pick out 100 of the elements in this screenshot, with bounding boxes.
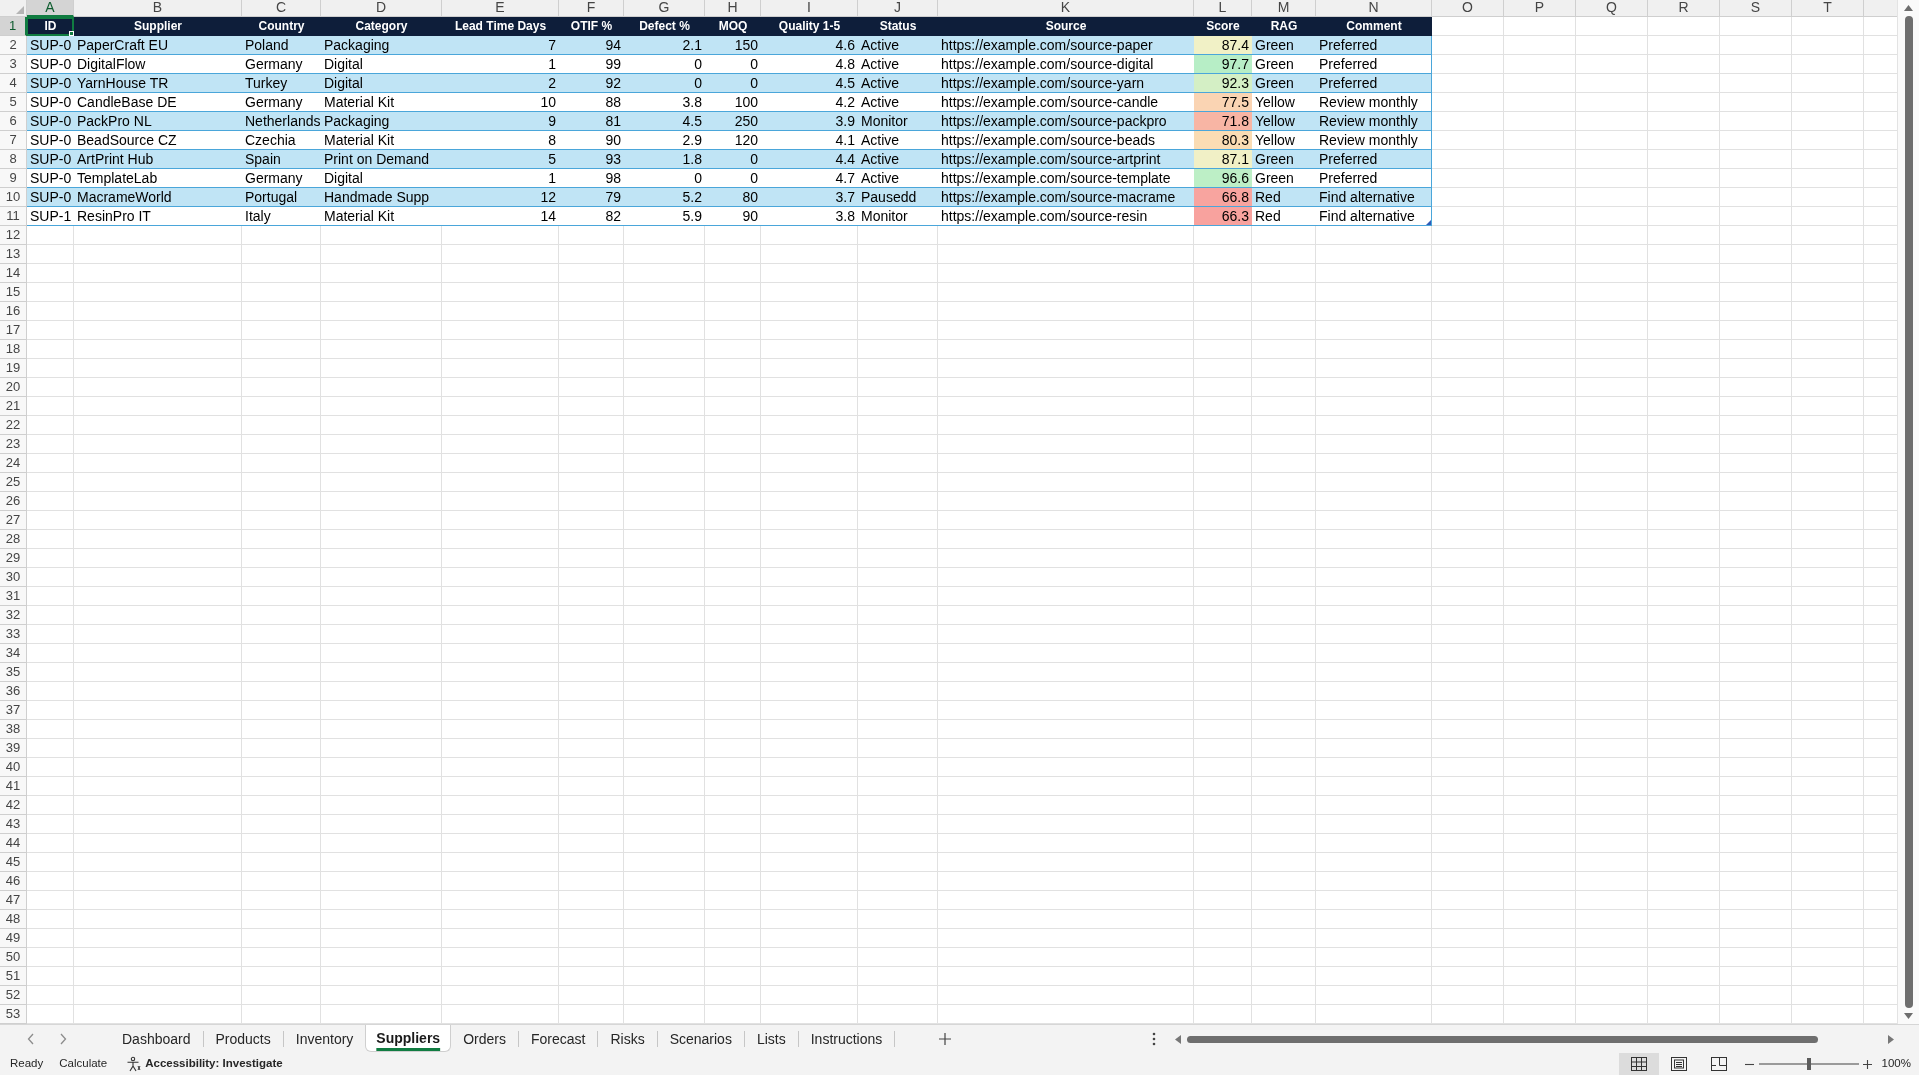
row-number[interactable]: 39 (0, 739, 27, 758)
row-number[interactable]: 41 (0, 777, 27, 796)
row-number[interactable]: 32 (0, 606, 27, 625)
row-number[interactable]: 34 (0, 644, 27, 663)
accessibility-button[interactable]: Accessibility: Investigate (125, 1055, 283, 1073)
row-number[interactable]: 47 (0, 891, 27, 910)
row-number[interactable]: 17 (0, 321, 27, 340)
row-number[interactable]: 4 (0, 74, 27, 93)
row-number[interactable]: 3 (0, 55, 27, 74)
sheet-tab[interactable]: Suppliers (365, 1025, 452, 1052)
normal-view-button[interactable] (1618, 1053, 1659, 1075)
chevron-left-icon[interactable] (27, 1033, 35, 1045)
row-number[interactable]: 14 (0, 264, 27, 283)
column-letter[interactable]: F (559, 0, 624, 17)
row-number[interactable]: 18 (0, 340, 27, 359)
row-number[interactable]: 25 (0, 473, 27, 492)
column-letter[interactable]: O (1432, 0, 1504, 17)
row-number[interactable]: 1 (0, 17, 27, 36)
row-number[interactable]: 6 (0, 112, 27, 131)
row-number[interactable]: 50 (0, 948, 27, 967)
table-cell: ResinPro IT (74, 207, 242, 226)
scroll-up-icon[interactable] (1904, 5, 1913, 11)
column-letter[interactable]: B (74, 0, 242, 17)
row-number[interactable]: 23 (0, 435, 27, 454)
row-number[interactable]: 52 (0, 986, 27, 1005)
sheet-tab[interactable]: Risks (598, 1025, 657, 1053)
more-icon[interactable] (1152, 1032, 1156, 1046)
row-number[interactable]: 15 (0, 283, 27, 302)
row-number[interactable]: 35 (0, 663, 27, 682)
column-letter[interactable]: R (1648, 0, 1720, 17)
column-letter[interactable]: J (858, 0, 938, 17)
row-number[interactable]: 44 (0, 834, 27, 853)
sheet-tab[interactable]: Lists (744, 1025, 798, 1053)
column-letter[interactable]: D (321, 0, 442, 17)
column-letter[interactable]: L (1194, 0, 1252, 17)
sheet-tab[interactable]: Instructions (798, 1025, 895, 1053)
sheet-tab[interactable]: Orders (451, 1025, 518, 1053)
row-number[interactable]: 37 (0, 701, 27, 720)
column-letter[interactable]: M (1252, 0, 1316, 17)
row-number[interactable]: 42 (0, 796, 27, 815)
row-number[interactable]: 20 (0, 378, 27, 397)
row-number[interactable]: 21 (0, 397, 27, 416)
plus-icon[interactable] (1862, 1059, 1872, 1069)
column-letter[interactable]: H (705, 0, 761, 17)
sheet-tab[interactable]: Products (203, 1025, 283, 1053)
scrollbar-thumb[interactable] (1904, 16, 1913, 1008)
row-number[interactable]: 38 (0, 720, 27, 739)
scroll-right-icon[interactable] (1888, 1034, 1894, 1044)
row-number[interactable]: 26 (0, 492, 27, 511)
row-number[interactable]: 7 (0, 131, 27, 150)
zoom-slider-thumb[interactable] (1806, 1058, 1811, 1070)
row-number[interactable]: 9 (0, 169, 27, 188)
row-number[interactable]: 27 (0, 511, 27, 530)
table-resize-handle[interactable] (1426, 220, 1431, 225)
row-number[interactable]: 5 (0, 93, 27, 112)
row-number[interactable]: 11 (0, 207, 27, 226)
row-number[interactable]: 51 (0, 967, 27, 986)
row-number[interactable]: 2 (0, 36, 27, 55)
column-letter[interactable]: K (938, 0, 1194, 17)
column-letter[interactable]: Q (1576, 0, 1648, 17)
row-number[interactable]: 24 (0, 454, 27, 473)
column-letter[interactable]: C (242, 0, 321, 17)
row-number[interactable]: 33 (0, 625, 27, 644)
row-number[interactable]: 30 (0, 568, 27, 587)
scrollbar-thumb[interactable] (1187, 1035, 1818, 1043)
row-number[interactable]: 43 (0, 815, 27, 834)
row-number[interactable]: 19 (0, 359, 27, 378)
column-letter[interactable]: G (624, 0, 705, 17)
row-number[interactable]: 36 (0, 682, 27, 701)
column-letter[interactable]: E (442, 0, 559, 17)
column-letter[interactable]: A (27, 0, 74, 17)
sheet-tab[interactable]: Inventory (283, 1025, 366, 1053)
row-number[interactable]: 46 (0, 872, 27, 891)
row-number[interactable]: 22 (0, 416, 27, 435)
sheet-tab[interactable]: Scenarios (657, 1025, 744, 1053)
row-number[interactable]: 10 (0, 188, 27, 207)
row-number[interactable]: 16 (0, 302, 27, 321)
row-number[interactable]: 31 (0, 587, 27, 606)
row-number[interactable]: 48 (0, 910, 27, 929)
row-number[interactable]: 13 (0, 245, 27, 264)
row-number[interactable]: 40 (0, 758, 27, 777)
column-letter[interactable]: T (1792, 0, 1864, 17)
scroll-down-icon[interactable] (1904, 1013, 1913, 1019)
plus-icon[interactable] (939, 1033, 952, 1045)
row-number[interactable]: 8 (0, 150, 27, 169)
column-letter[interactable]: N (1316, 0, 1432, 17)
row-number[interactable]: 45 (0, 853, 27, 872)
row-number[interactable]: 28 (0, 530, 27, 549)
row-number[interactable]: 49 (0, 929, 27, 948)
sheet-tab[interactable]: Forecast (518, 1025, 598, 1053)
row-number[interactable]: 53 (0, 1005, 27, 1024)
sheet-tab[interactable]: Dashboard (110, 1025, 203, 1053)
table-cell: Active (858, 131, 938, 150)
column-letter[interactable]: I (761, 0, 858, 17)
column-letter[interactable]: S (1720, 0, 1792, 17)
chevron-right-icon[interactable] (59, 1033, 67, 1045)
column-letter[interactable]: P (1504, 0, 1576, 17)
row-number[interactable]: 12 (0, 226, 27, 245)
row-number[interactable]: 29 (0, 549, 27, 568)
scroll-left-icon[interactable] (1175, 1034, 1181, 1044)
